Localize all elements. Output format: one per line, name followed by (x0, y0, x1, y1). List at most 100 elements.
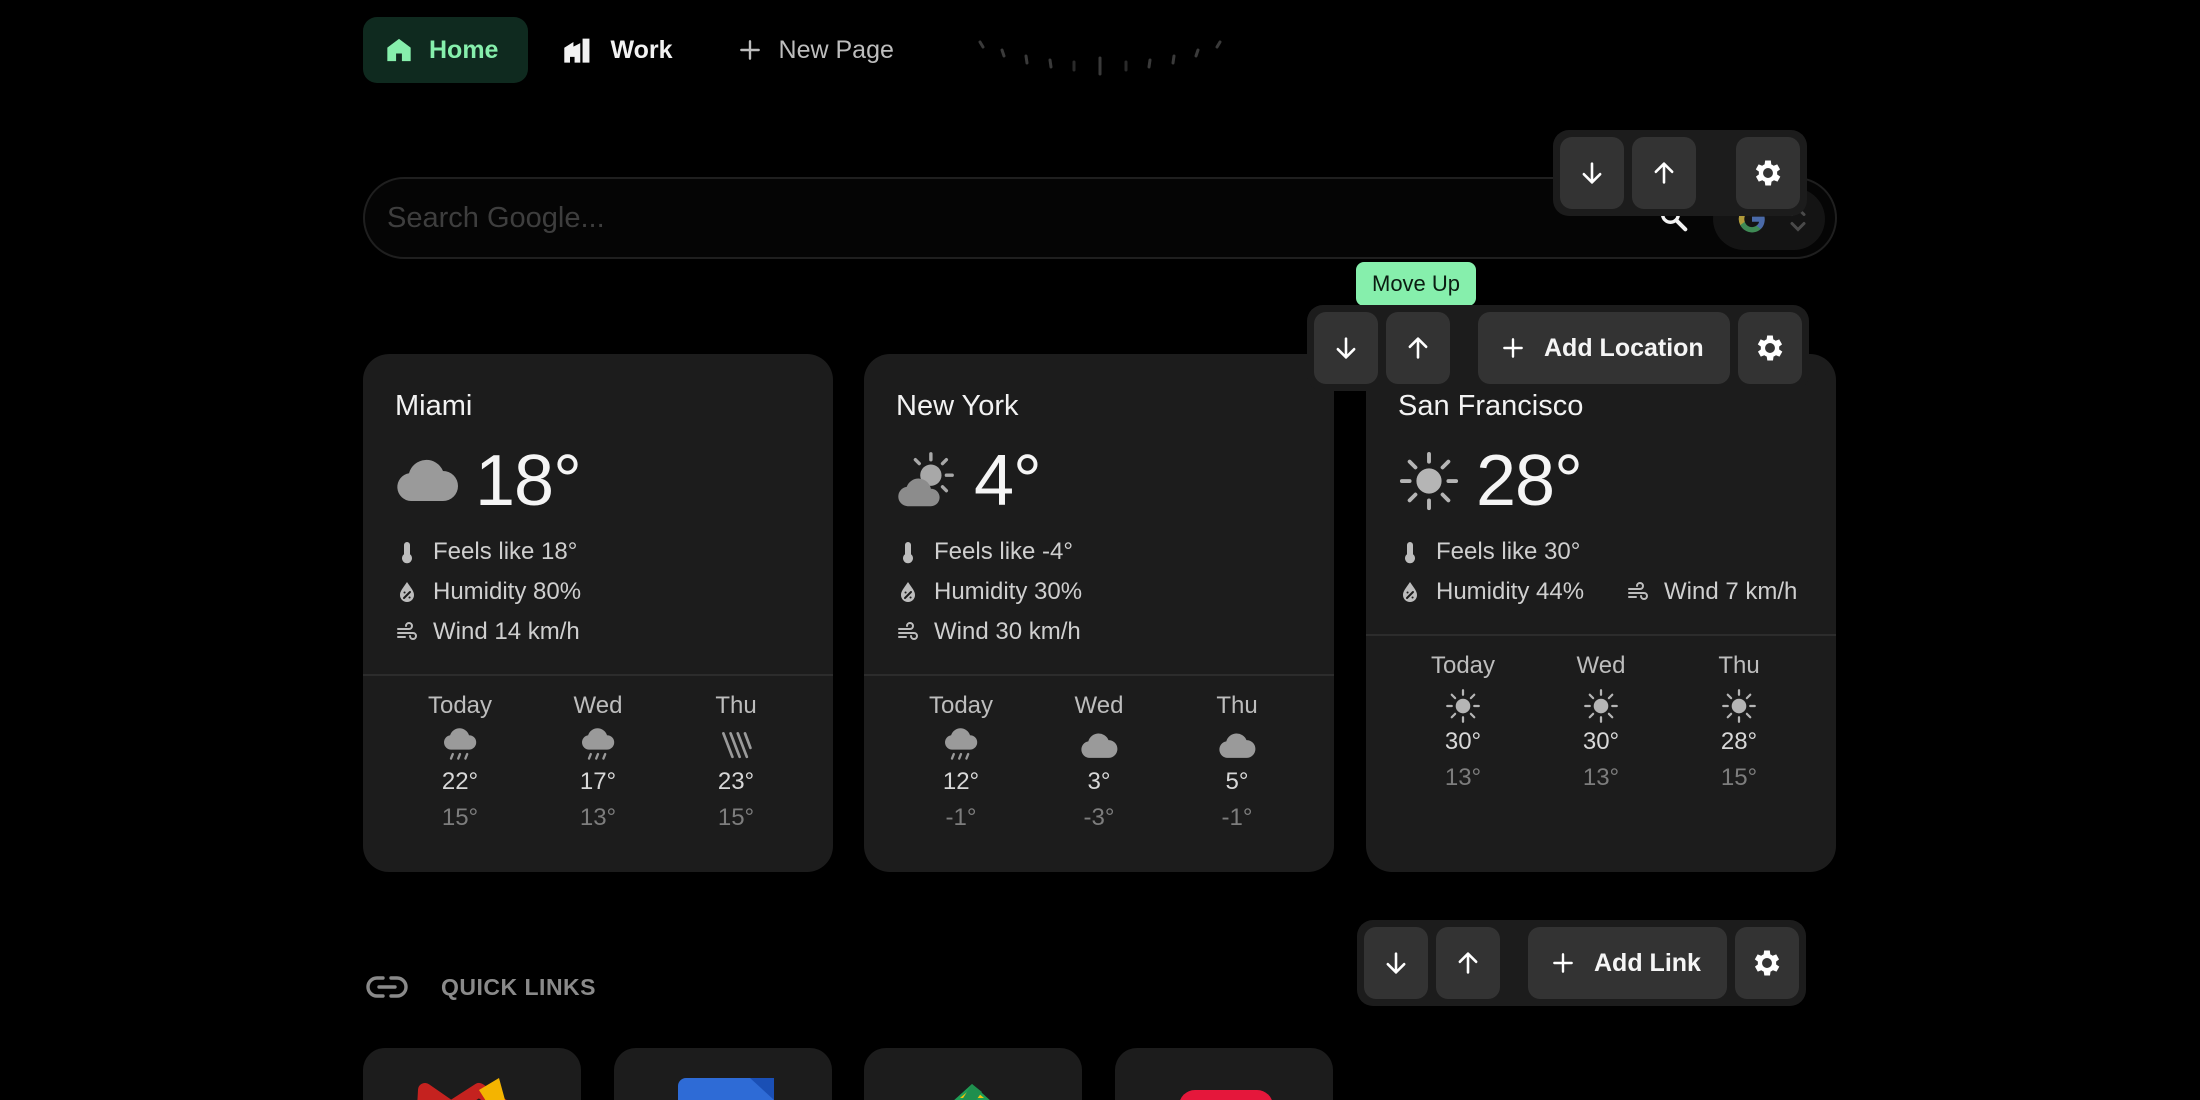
forecast-high: 5° (1225, 768, 1249, 795)
humidity-icon (395, 579, 419, 605)
home-icon (385, 36, 413, 64)
links-widget-toolbar: Add Link (1357, 920, 1806, 1006)
humidity-icon (1398, 579, 1422, 605)
forecast-day-name: Wed (573, 692, 623, 719)
settings-button[interactable] (1736, 137, 1800, 209)
weather-card-new-york[interactable]: New York 4° Feels like -4° Humidity 30% … (864, 354, 1334, 872)
forecast-day: Today 12° -1° (906, 692, 1016, 832)
add-link-label: Add Link (1594, 948, 1701, 977)
plus-icon (1500, 335, 1526, 361)
forecast: Today 30° 13° Wed 30° 13° Thu 28° 15° (1366, 652, 1836, 792)
forecast-day-name: Thu (715, 692, 757, 719)
humidity-text: Humidity 44% (1436, 578, 1585, 605)
thermometer-icon (1398, 539, 1422, 565)
forecast-high: 23° (717, 768, 755, 795)
quick-link-gmail[interactable] (363, 1048, 581, 1100)
tab-home[interactable]: Home (363, 17, 529, 83)
thermometer-icon (896, 539, 920, 565)
forecast-day-name: Today (1430, 652, 1496, 679)
settings-button[interactable] (1734, 927, 1799, 999)
wind-icon (395, 619, 419, 645)
weather-card-san-francisco[interactable]: San Francisco 28° Feels like 30° Humidit… (1366, 354, 1836, 872)
move-up-button[interactable] (1386, 312, 1450, 384)
forecast-day: Wed 3° -3° (1044, 692, 1154, 832)
divider (1366, 634, 1836, 636)
move-up-tooltip: Move Up (1356, 262, 1477, 306)
wind-icon (1626, 579, 1650, 605)
current-temp: 4° (974, 441, 1042, 521)
humidity-text: Humidity 30% (934, 578, 1083, 605)
quick-links-title: QUICK LINKS (441, 973, 596, 1000)
add-location-label: Add Location (1544, 333, 1704, 362)
tab-label: Work (610, 35, 673, 64)
sun-icon (1445, 688, 1481, 724)
forecast-high: 30° (1444, 728, 1482, 755)
forecast: Today 12° -1° Wed 3° -3° Thu 5° -1° (864, 692, 1334, 832)
add-link-button[interactable]: Add Link (1528, 927, 1727, 999)
forecast-day-name: Wed (1576, 652, 1626, 679)
tab-label: New Page (778, 35, 894, 64)
feels-like: Feels like 18° (395, 538, 577, 566)
tab-new-page[interactable]: New Page (715, 17, 924, 83)
forecast-high: 28° (1720, 728, 1758, 755)
forecast-day: Thu 28° 15° (1684, 652, 1794, 792)
gear-icon (1750, 946, 1784, 980)
current-weather: 4° (896, 440, 1042, 522)
current-weather: 28° (1398, 440, 1583, 522)
feels-like: Feels like 30° (1398, 538, 1580, 566)
sun-icon (1583, 688, 1619, 724)
search-input[interactable] (387, 193, 1587, 243)
move-down-button[interactable] (1364, 927, 1428, 999)
forecast-low: 15° (717, 804, 755, 831)
page-tabs: Home Work New Page (363, 17, 936, 83)
rain-icon (943, 728, 979, 764)
divider (864, 674, 1334, 676)
forecast: Today 22° 15° Wed 17° 13° Thu 23° 15° (363, 692, 833, 832)
forecast-day-name: Thu (1216, 692, 1258, 719)
forecast-day: Thu 5° -1° (1182, 692, 1292, 832)
weather-card-miami[interactable]: Miami 18° Feels like 18° Humidity 80% Wi… (363, 354, 833, 872)
city-name: New York (896, 390, 1019, 422)
feels-like: Feels like -4° (896, 538, 1073, 566)
sun-icon (1721, 688, 1757, 724)
move-down-button[interactable] (1560, 137, 1624, 209)
city-name: San Francisco (1398, 390, 1584, 422)
forecast-high: 30° (1582, 728, 1620, 755)
arrow-up-icon (1404, 334, 1432, 362)
quick-link-drive[interactable] (864, 1048, 1082, 1100)
wind-text: Wind 7 km/h (1664, 578, 1798, 605)
sun-icon (1398, 450, 1460, 512)
forecast-high: 22° (441, 768, 479, 795)
humidity: Humidity 80% (395, 578, 581, 606)
forecast-day-name: Thu (1718, 652, 1760, 679)
forecast-day: Wed 17° 13° (543, 692, 653, 832)
add-location-button[interactable]: Add Location (1478, 312, 1730, 384)
quick-link-youtube[interactable] (1115, 1048, 1333, 1100)
youtube-icon (1180, 1090, 1272, 1100)
tab-work[interactable]: Work (540, 17, 702, 83)
forecast-low: 15° (441, 804, 479, 831)
cloud-icon (395, 458, 459, 504)
current-temp: 28° (1476, 441, 1583, 521)
move-up-button[interactable] (1632, 137, 1696, 209)
move-down-button[interactable] (1314, 312, 1378, 384)
move-up-button[interactable] (1436, 927, 1500, 999)
forecast-day-name: Today (427, 692, 493, 719)
wind-text: Wind 14 km/h (433, 618, 580, 645)
forecast-low: 13° (1582, 764, 1620, 791)
current-weather: 18° (395, 440, 582, 522)
wind-text: Wind 30 km/h (934, 618, 1081, 645)
feels-like-text: Feels like 30° (1436, 538, 1581, 565)
forecast-day: Thu 23° 15° (681, 692, 791, 832)
forecast-low: 15° (1720, 764, 1758, 791)
forecast-high: 3° (1087, 768, 1111, 795)
divider (363, 674, 833, 676)
forecast-day: Today 30° 13° (1408, 652, 1518, 792)
settings-button[interactable] (1737, 312, 1802, 384)
quick-link-docs[interactable] (614, 1048, 832, 1100)
humidity-icon (896, 579, 920, 605)
forecast-day-name: Today (928, 692, 994, 719)
docs-icon (678, 1078, 774, 1100)
rain-icon (580, 728, 616, 764)
rain-icon (442, 728, 478, 764)
